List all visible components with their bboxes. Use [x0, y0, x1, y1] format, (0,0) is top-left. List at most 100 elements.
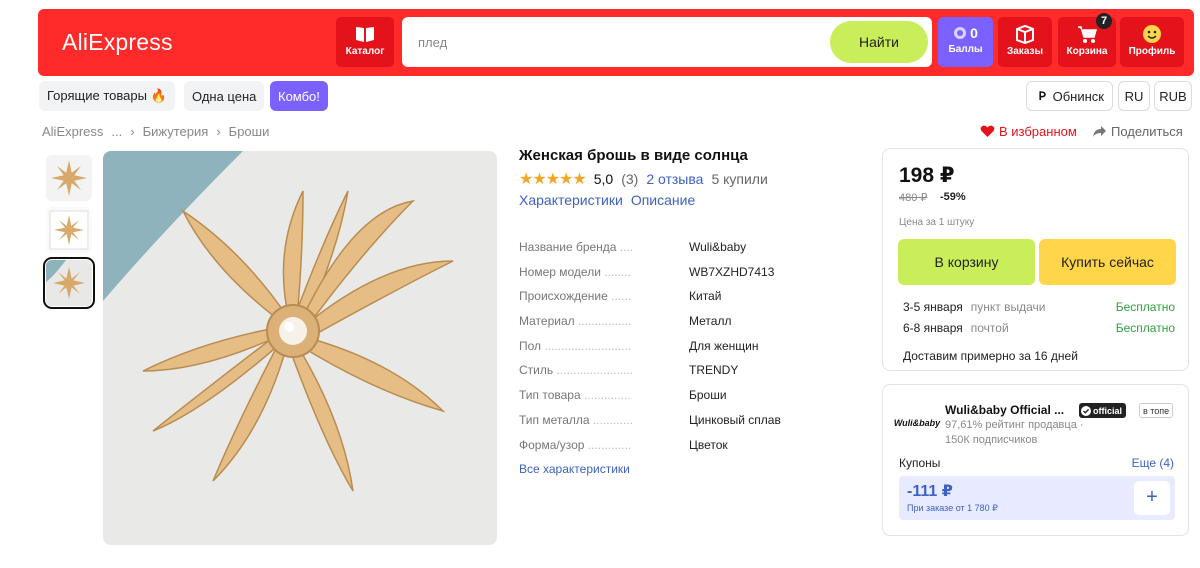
seller-box: Wuli&baby Wuli&baby Official ... officia… — [882, 384, 1189, 536]
box-icon — [1016, 24, 1034, 44]
add-coupon-button[interactable]: + — [1134, 481, 1170, 515]
spec-row: Стиль TRENDY — [519, 363, 819, 388]
seller-logo[interactable]: Wuli&baby — [894, 409, 940, 437]
combo-chip[interactable]: Комбо! — [270, 81, 328, 111]
breadcrumb-item[interactable]: Бижутерия — [143, 124, 209, 139]
cart-label: Корзина — [1066, 46, 1108, 57]
delivery-date: 6-8 января — [903, 321, 963, 335]
spec-row: Материал Металл — [519, 314, 819, 339]
seller-rating: 97,61% рейтинг продавца · — [945, 419, 1084, 431]
spec-value: WB7XZHD7413 — [689, 264, 775, 279]
product-thumbnail-3[interactable] — [43, 257, 95, 309]
profile-label: Профиль — [1128, 46, 1176, 57]
buy-box: 198 ₽ 480 ₽ -59% Цена за 1 штуку В корзи… — [882, 148, 1189, 371]
points-label: Баллы — [948, 44, 983, 55]
price: 198 ₽ — [899, 164, 955, 187]
delivery-option[interactable]: 3-5 января пункт выдачи Бесплатно — [903, 300, 1175, 314]
one-price-chip[interactable]: Одна цена — [184, 81, 265, 111]
buy-now-button[interactable]: Купить сейчас — [1039, 239, 1176, 285]
book-icon — [356, 27, 374, 42]
product-main-image[interactable] — [103, 151, 497, 545]
cart-button[interactable]: 7 Корзина — [1058, 13, 1116, 67]
spec-row: Тип товара Броши — [519, 388, 819, 413]
favorite-button[interactable]: В избранном — [980, 124, 1077, 139]
share-label: Поделиться — [1111, 124, 1183, 139]
tab-specs[interactable]: Характеристики — [519, 192, 623, 208]
more-coupons-link[interactable]: Еще (4) — [1132, 456, 1174, 470]
spec-key: Материал — [519, 314, 632, 328]
delivery-date: 3-5 января — [903, 300, 963, 314]
spec-row: Форма/узор Цветок — [519, 438, 819, 463]
hot-deals-chip[interactable]: Горящие товары 🔥 — [39, 81, 175, 111]
points-coin-icon — [954, 27, 967, 39]
delivery-price: Бесплатно — [1115, 300, 1175, 314]
rating-row: ★★★★★ 5,0 (3) 2 отзыва 5 купили — [519, 169, 768, 189]
tab-description[interactable]: Описание — [631, 192, 695, 208]
location-pin-icon — [1039, 91, 1046, 101]
top-badge: в топе — [1139, 403, 1174, 418]
product-thumbnail-1[interactable] — [46, 155, 92, 201]
currency-selector[interactable]: RUB — [1154, 81, 1192, 111]
language-selector[interactable]: RU — [1118, 81, 1150, 111]
spec-key: Пол — [519, 339, 632, 353]
all-specs-link[interactable]: Все характеристики — [519, 462, 630, 476]
points-button[interactable]: 0 Баллы — [938, 17, 993, 67]
official-label: official — [1093, 405, 1123, 416]
orders-button[interactable]: Заказы — [998, 17, 1052, 67]
spec-value: Для женщин — [689, 338, 759, 353]
spec-value: Цинковый сплав — [689, 412, 781, 427]
breadcrumb-item[interactable]: ... — [111, 124, 122, 139]
spec-value: Китай — [689, 289, 722, 304]
coupon-add-area: + — [1129, 476, 1175, 520]
spec-key: Форма/узор — [519, 438, 632, 452]
coupon-card[interactable]: -111 ₽ При заказе от 1 780 ₽ — [899, 476, 1129, 520]
search-button[interactable]: Найти — [830, 21, 928, 63]
delivery-estimate: Доставим примерно за 16 дней — [903, 349, 1078, 363]
product-thumbnail-2[interactable] — [46, 207, 92, 253]
spec-key: Стиль — [519, 363, 632, 377]
share-arrow-icon — [1093, 126, 1106, 137]
breadcrumb-item[interactable]: AliExpress — [42, 124, 103, 139]
rating-value: 5,0 — [593, 171, 614, 187]
catalog-button[interactable]: Каталог — [336, 17, 394, 67]
spec-value: Металл — [689, 314, 732, 329]
breadcrumb: AliExpress ... › Бижутерия › Броши — [42, 124, 269, 139]
reviews-link[interactable]: 2 отзыва — [646, 171, 703, 187]
spec-value: TRENDY — [689, 363, 739, 378]
search-input[interactable] — [402, 17, 822, 67]
profile-button[interactable]: Профиль — [1120, 17, 1184, 67]
spec-row: Пол Для женщин — [519, 339, 819, 364]
heart-icon — [980, 125, 995, 137]
cart-count-badge: 7 — [1096, 13, 1112, 29]
product-tabs: Характеристики Описание — [519, 192, 695, 208]
verified-check-icon — [1081, 405, 1091, 416]
bought-count: 5 купили — [711, 171, 768, 187]
spec-row: Номер модели WB7XZHD7413 — [519, 265, 819, 290]
breadcrumb-item[interactable]: Броши — [229, 124, 270, 139]
share-button[interactable]: Поделиться — [1092, 124, 1183, 139]
city-selector[interactable]: Обнинск — [1026, 81, 1113, 111]
coupon-condition: При заказе от 1 780 ₽ — [907, 503, 998, 513]
delivery-price: Бесплатно — [1115, 321, 1175, 335]
smiley-icon — [1143, 25, 1161, 43]
search-bar: Найти — [402, 17, 932, 67]
spec-key: Название бренда — [519, 240, 632, 254]
delivery-method: пункт выдачи — [970, 300, 1046, 314]
add-to-cart-button[interactable]: В корзину — [898, 239, 1035, 285]
delivery-option[interactable]: 6-8 января почтой Бесплатно — [903, 321, 1175, 335]
favorite-label: В избранном — [999, 124, 1077, 139]
orders-label: Заказы — [1006, 46, 1044, 57]
spec-row: Тип металла Цинковый сплав — [519, 413, 819, 438]
aliexpress-logo[interactable]: AliExpress — [62, 29, 173, 56]
breadcrumb-separator: › — [216, 124, 221, 139]
specs-list: Название бренда Wuli&baby Номер модели WB7… — [519, 240, 819, 462]
spec-row: Происхождение Китай — [519, 289, 819, 314]
old-price: 480 ₽ — [899, 192, 928, 204]
spec-key: Тип металла — [519, 413, 632, 427]
unit-price-note: Цена за 1 штуку — [899, 217, 975, 228]
seller-subscribers: 150К подписчиков — [945, 434, 1038, 446]
top-header: AliExpress Каталог Найти 0 Баллы Заказы … — [38, 9, 1194, 76]
city-label: Обнинск — [1052, 88, 1104, 104]
breadcrumb-separator: › — [130, 124, 135, 139]
seller-name[interactable]: Wuli&baby Official ... — [945, 403, 1064, 417]
